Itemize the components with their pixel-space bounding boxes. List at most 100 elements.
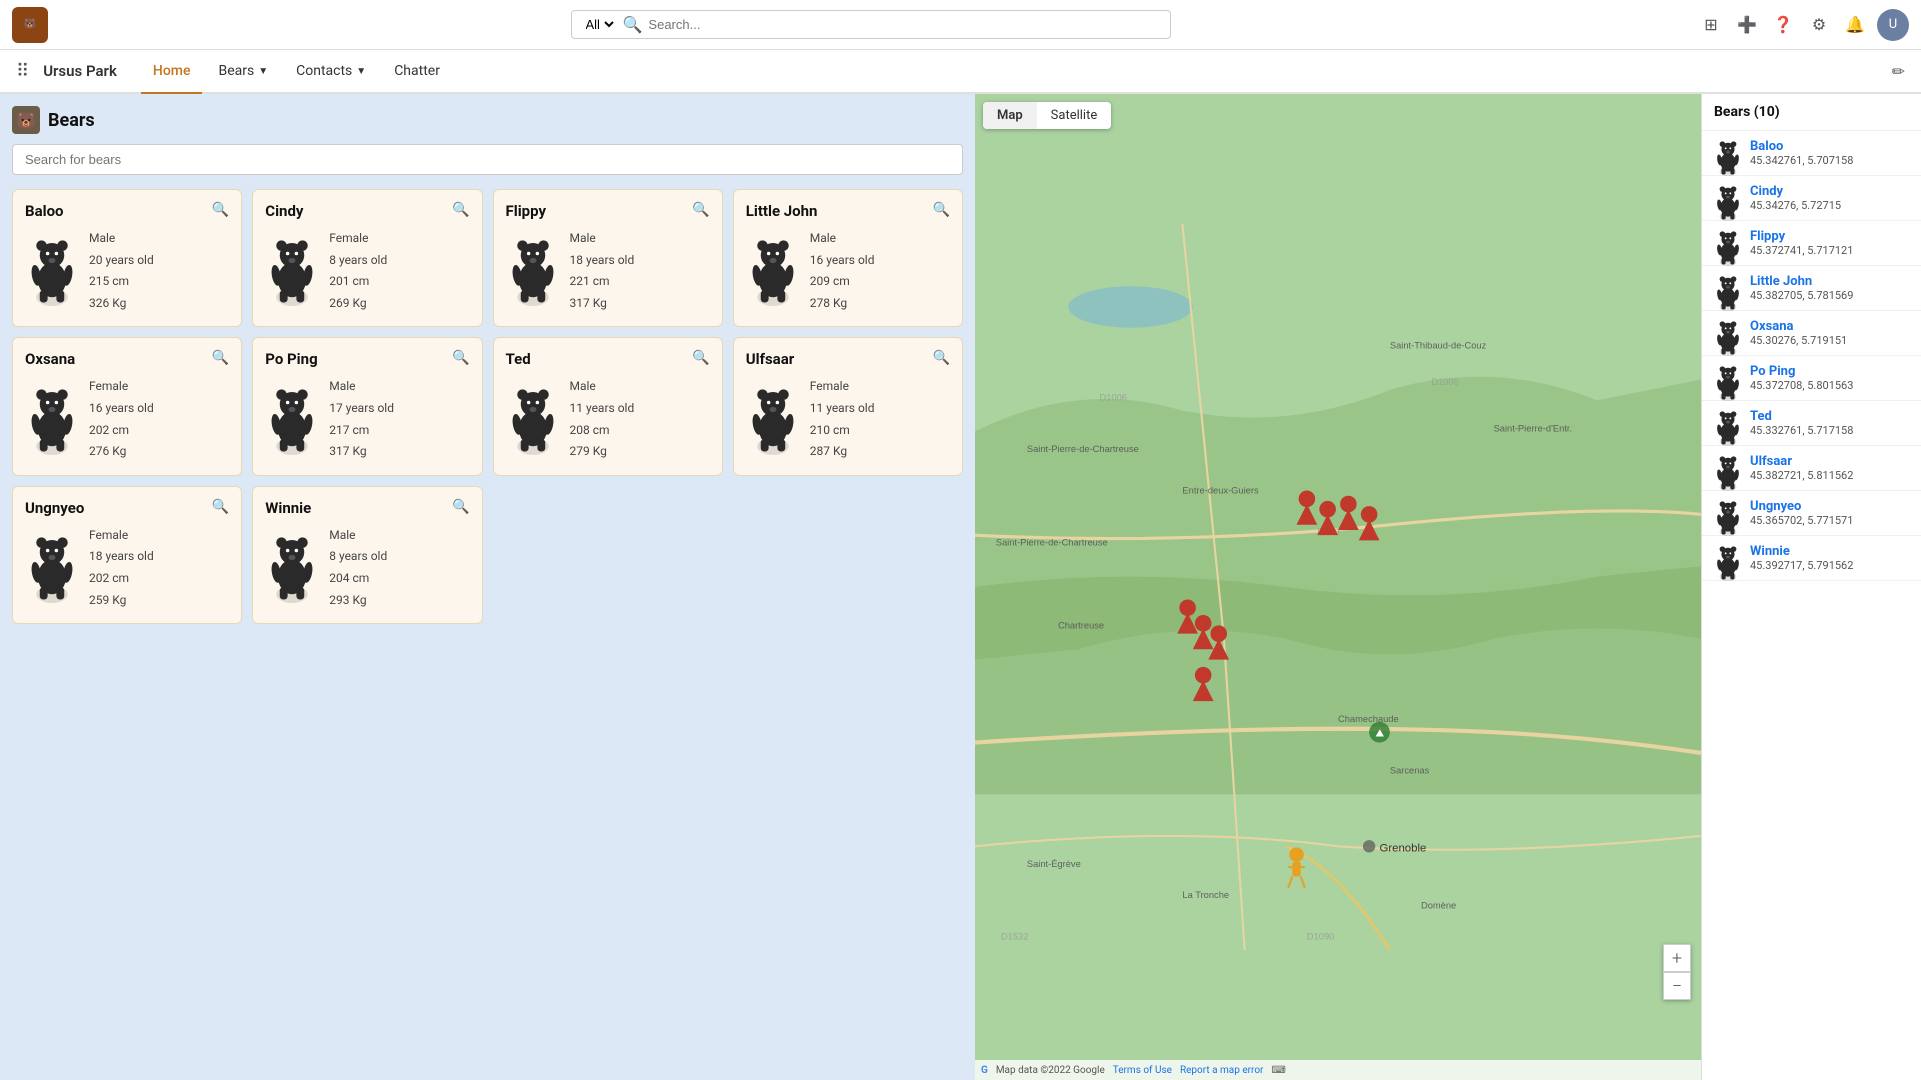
svg-text:Saint-Pierre-d'Entr.: Saint-Pierre-d'Entr. [1494, 423, 1573, 433]
bears-panel-icon: 🐻 [12, 106, 40, 134]
card-body: Female 16 years old 202 cm 276 Kg [25, 376, 229, 462]
bear-list-avatar [1714, 364, 1742, 392]
bear-age: 20 years old [89, 250, 154, 272]
bear-list-name[interactable]: Baloo [1750, 139, 1853, 154]
bear-card-winnie[interactable]: Winnie 🔍 Male 8 years old 204 cm 293 Kg [252, 486, 482, 624]
bear-age: 11 years old [570, 398, 635, 420]
bear-list-item-little-john[interactable]: Little John 45.382705, 5.781569 [1702, 266, 1921, 311]
app-grid-icon[interactable]: ⠿ [16, 61, 29, 82]
bear-age: 16 years old [89, 398, 154, 420]
notifications-icon[interactable]: 🔔 [1841, 11, 1869, 39]
zoom-in-button[interactable]: + [1663, 944, 1691, 972]
bear-list-name[interactable]: Ted [1750, 409, 1853, 424]
user-avatar[interactable]: U [1877, 9, 1909, 41]
card-search-icon[interactable]: 🔍 [212, 350, 229, 366]
bear-age: 18 years old [570, 250, 635, 272]
help-icon[interactable]: ❓ [1769, 11, 1797, 39]
bear-age: 18 years old [89, 546, 154, 568]
search-filter-select[interactable]: All [582, 16, 617, 33]
map-terms-link[interactable]: Terms of Use [1113, 1065, 1172, 1076]
bear-card-ted[interactable]: Ted 🔍 Male 11 years old 208 cm 279 Kg [493, 337, 723, 475]
svg-text:D1532: D1532 [1001, 932, 1029, 942]
map-report-link[interactable]: Report a map error [1180, 1065, 1263, 1076]
svg-text:Saint-Pierre-de-Chartreuse: Saint-Pierre-de-Chartreuse [996, 538, 1108, 548]
card-search-icon[interactable]: 🔍 [452, 499, 469, 515]
card-search-icon[interactable]: 🔍 [692, 202, 709, 218]
bear-list-name[interactable]: Ungnyeo [1750, 499, 1853, 514]
bear-list-info: Cindy 45.34276, 5.72715 [1750, 184, 1841, 212]
bears-search-input[interactable] [12, 144, 963, 175]
map-attribution: G Map data ©2022 Google Terms of Use Rep… [975, 1060, 1701, 1080]
map-tabs: Map Satellite [983, 102, 1111, 129]
bear-card-ulfsaar[interactable]: Ulfsaar 🔍 Female 11 years old 210 cm 287… [733, 337, 963, 475]
secondary-navigation: ⠿ Ursus Park Home Bears ▼ Contacts ▼ Cha… [0, 50, 1921, 94]
bear-list-name[interactable]: Po Ping [1750, 364, 1853, 379]
bear-list-item-ungnyeo[interactable]: Ungnyeo 45.365702, 5.771571 [1702, 491, 1921, 536]
add-icon[interactable]: ⊞ [1697, 11, 1725, 39]
bear-list-name[interactable]: Cindy [1750, 184, 1841, 199]
card-search-icon[interactable]: 🔍 [452, 350, 469, 366]
nav-item-home[interactable]: Home [141, 50, 203, 94]
bear-list-item-flippy[interactable]: Flippy 45.372741, 5.717121 [1702, 221, 1921, 266]
bear-card-po-ping[interactable]: Po Ping 🔍 Male 17 years old 217 cm 317 K… [252, 337, 482, 475]
bear-height: 210 cm [810, 420, 875, 442]
bear-list-item-cindy[interactable]: Cindy 45.34276, 5.72715 [1702, 176, 1921, 221]
search-input[interactable] [648, 17, 1159, 32]
bear-sex: Male [89, 228, 154, 250]
bear-list-item-po-ping[interactable]: Po Ping 45.372708, 5.801563 [1702, 356, 1921, 401]
bear-card-cindy[interactable]: Cindy 🔍 Female 8 years old 201 cm 269 Kg [252, 189, 482, 327]
bear-list-item-winnie[interactable]: Winnie 45.392717, 5.791562 [1702, 536, 1921, 581]
card-search-icon[interactable]: 🔍 [933, 202, 950, 218]
bear-list-item-baloo[interactable]: Baloo 45.342761, 5.707158 [1702, 131, 1921, 176]
bear-sex: Female [810, 376, 875, 398]
bear-card-little-john[interactable]: Little John 🔍 Male 16 years old 209 cm 2… [733, 189, 963, 327]
bear-list-name[interactable]: Flippy [1750, 229, 1853, 244]
bear-card-ungnyeo[interactable]: Ungnyeo 🔍 Female 18 years old 202 cm 259… [12, 486, 242, 624]
bear-list-avatar [1714, 409, 1742, 437]
edit-icon[interactable]: ✏ [1892, 62, 1905, 81]
card-search-icon[interactable]: 🔍 [212, 499, 229, 515]
bear-height: 209 cm [810, 271, 875, 293]
bear-list-name[interactable]: Oxsana [1750, 319, 1847, 334]
bear-list-coords: 45.342761, 5.707158 [1750, 154, 1853, 167]
card-stats: Male 11 years old 208 cm 279 Kg [570, 376, 635, 462]
card-search-icon[interactable]: 🔍 [933, 350, 950, 366]
panel-title: Bears [48, 110, 95, 131]
bear-list-coords: 45.382705, 5.781569 [1750, 289, 1853, 302]
bear-weight: 293 Kg [329, 590, 387, 612]
bear-list-name[interactable]: Winnie [1750, 544, 1853, 559]
org-name: Ursus Park [43, 62, 117, 80]
bear-list-item-ulfsaar[interactable]: Ulfsaar 45.382721, 5.811562 [1702, 446, 1921, 491]
bear-list-avatar [1714, 454, 1742, 482]
bear-list-info: Ungnyeo 45.365702, 5.771571 [1750, 499, 1853, 527]
app-logo[interactable]: 🐻 [12, 7, 48, 43]
card-search-icon[interactable]: 🔍 [452, 202, 469, 218]
zoom-out-button[interactable]: − [1663, 972, 1691, 1000]
map-tab-satellite[interactable]: Satellite [1037, 102, 1112, 129]
bear-sex: Male [810, 228, 875, 250]
bear-list-avatar [1714, 274, 1742, 302]
map-tab-map[interactable]: Map [983, 102, 1037, 129]
bear-weight: 278 Kg [810, 293, 875, 315]
nav-item-chatter[interactable]: Chatter [382, 50, 452, 94]
card-body: Female 8 years old 201 cm 269 Kg [265, 228, 469, 314]
card-search-icon[interactable]: 🔍 [692, 350, 709, 366]
settings-icon[interactable]: ⚙ [1805, 11, 1833, 39]
nav-item-bears[interactable]: Bears ▼ [206, 50, 280, 94]
card-title: Ungnyeo [25, 499, 229, 517]
bear-list-item-oxsana[interactable]: Oxsana 45.30276, 5.719151 [1702, 311, 1921, 356]
bear-card-oxsana[interactable]: Oxsana 🔍 Female 16 years old 202 cm 276 … [12, 337, 242, 475]
bear-age: 11 years old [810, 398, 875, 420]
svg-text:Saint-Égrève: Saint-Égrève [1027, 859, 1081, 869]
bear-list-avatar [1714, 184, 1742, 212]
bear-list-item-ted[interactable]: Ted 45.332761, 5.717158 [1702, 401, 1921, 446]
add-new-icon[interactable]: ➕ [1733, 11, 1761, 39]
bear-card-flippy[interactable]: Flippy 🔍 Male 18 years old 221 cm 317 Kg [493, 189, 723, 327]
card-search-icon[interactable]: 🔍 [212, 202, 229, 218]
bear-list-name[interactable]: Ulfsaar [1750, 454, 1853, 469]
bear-card-baloo[interactable]: Baloo 🔍 Male 20 years old 215 cm 326 Kg [12, 189, 242, 327]
nav-item-contacts[interactable]: Contacts ▼ [284, 50, 378, 94]
nav-icons: ⊞ ➕ ❓ ⚙ 🔔 U [1697, 9, 1909, 41]
bear-list-info: Winnie 45.392717, 5.791562 [1750, 544, 1853, 572]
bear-list-name[interactable]: Little John [1750, 274, 1853, 289]
